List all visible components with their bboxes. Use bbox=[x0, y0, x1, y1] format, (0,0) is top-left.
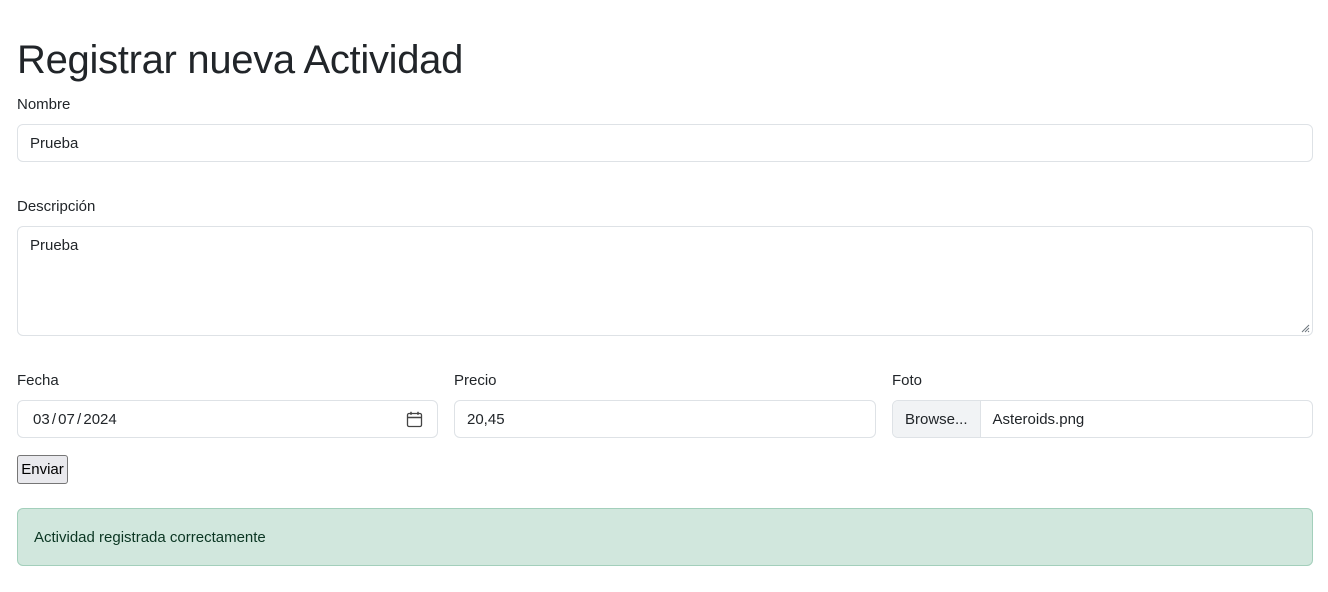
success-alert: Actividad registrada correctamente bbox=[17, 508, 1313, 566]
page: Registrar nueva Actividad Nombre Prueba … bbox=[0, 0, 1328, 592]
nombre-label: Nombre bbox=[17, 96, 71, 113]
foto-label: Foto bbox=[892, 372, 923, 389]
browse-button[interactable]: Browse... bbox=[893, 401, 981, 437]
descripcion-textarea[interactable]: Prueba bbox=[17, 226, 1313, 336]
descripcion-textarea-value: Prueba bbox=[30, 237, 79, 254]
foto-file-input[interactable]: Browse... Asteroids.png bbox=[892, 400, 1313, 438]
nombre-input[interactable]: Prueba bbox=[17, 124, 1313, 162]
submit-button[interactable]: Enviar bbox=[17, 455, 68, 484]
calendar-icon[interactable] bbox=[405, 410, 423, 428]
selected-file-name: Asteroids.png bbox=[992, 410, 1085, 428]
page-title: Registrar nueva Actividad bbox=[17, 38, 464, 82]
resize-grip-icon[interactable] bbox=[1301, 324, 1310, 333]
nombre-input-value: Prueba bbox=[30, 134, 79, 152]
precio-input-value: 20,45 bbox=[467, 410, 505, 428]
precio-input[interactable]: 20,45 bbox=[454, 400, 876, 438]
precio-label: Precio bbox=[454, 372, 497, 389]
descripcion-label: Descripción bbox=[17, 198, 96, 215]
alert-message: Actividad registrada correctamente bbox=[34, 528, 266, 546]
fecha-label: Fecha bbox=[17, 372, 59, 389]
fecha-input[interactable]: 03 / 07 / 2024 bbox=[17, 400, 438, 438]
fecha-input-value: 03 / 07 / 2024 bbox=[33, 410, 117, 428]
